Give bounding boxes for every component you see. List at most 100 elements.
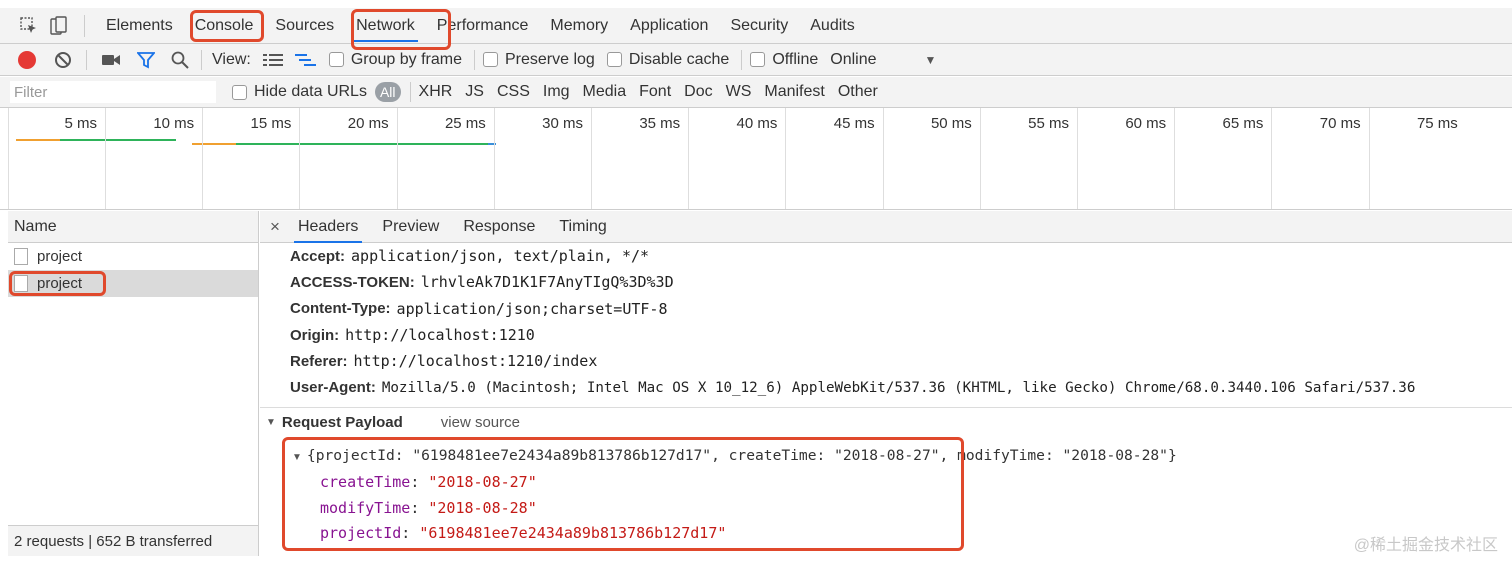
inspect-element-icon[interactable] [18, 15, 40, 37]
tab-elements[interactable]: Elements [95, 8, 184, 44]
hide-data-urls-checkbox[interactable]: Hide data URLs [232, 83, 367, 101]
tab-security[interactable]: Security [719, 8, 799, 44]
timeline-gridline [493, 108, 495, 209]
detail-tabbar: × Headers Preview Response Timing [260, 211, 1512, 243]
payload-summary: {projectId: "6198481ee7e2434a89b813786b1… [306, 447, 1177, 464]
large-rows-icon[interactable] [262, 53, 283, 67]
filter-input[interactable]: Filter [10, 81, 216, 103]
header-value: http://localhost:1210/index [353, 352, 598, 371]
filter-type-ws[interactable]: WS [726, 83, 752, 101]
checkbox-box[interactable] [606, 52, 622, 67]
devtools-tabbar: Elements Console Sources Network Perform… [0, 8, 1512, 44]
clear-icon[interactable] [54, 51, 72, 69]
expand-triangle-icon[interactable]: ▼ [292, 452, 302, 463]
throttling-select[interactable]: Online ▼ [830, 51, 936, 69]
tab-console[interactable]: Console [184, 8, 265, 44]
status-summary: 2 requests | 652 B transferred [8, 525, 258, 556]
collapse-triangle-icon[interactable]: ▼ [266, 417, 276, 428]
property-value: "2018-08-28" [428, 499, 537, 517]
tab-audits[interactable]: Audits [799, 8, 865, 44]
file-icon [14, 275, 28, 292]
timeline-tick-label: 30 ms [542, 115, 583, 132]
watermark: @稀土掘金技术社区 [1353, 537, 1498, 554]
filter-type-css[interactable]: CSS [497, 83, 530, 101]
checkbox-box[interactable] [328, 52, 344, 67]
timeline-tick-label: 55 ms [1028, 115, 1069, 132]
filter-type-font[interactable]: Font [639, 83, 671, 101]
preserve-log-label: Preserve log [505, 50, 595, 68]
timeline-tick-label: 45 ms [833, 115, 875, 132]
request-row[interactable]: project [8, 243, 258, 270]
hide-data-urls-label: Hide data URLs [254, 83, 367, 100]
checkbox-box[interactable] [232, 84, 247, 100]
tab-performance[interactable]: Performance [426, 8, 540, 44]
header-value: Mozilla/5.0 (Macintosh; Intel Mac OS X 1… [381, 379, 1416, 396]
filter-type-xhr[interactable]: XHR [419, 83, 453, 101]
tab-memory[interactable]: Memory [539, 8, 619, 44]
view-label: View: [212, 50, 251, 68]
group-by-frame-checkbox[interactable]: Group by frame [328, 51, 462, 69]
timeline-gridline [785, 108, 787, 209]
payload-property: projectId: "6198481ee7e2434a89b813786b12… [320, 524, 727, 542]
timeline-gridline [202, 108, 204, 209]
tab-application[interactable]: Application [619, 8, 719, 44]
tab-timing[interactable]: Timing [547, 211, 618, 243]
record-icon[interactable] [18, 50, 36, 69]
timeline-bar-receiving [236, 143, 494, 145]
filter-icon[interactable] [137, 51, 155, 69]
timeline-gridline [882, 108, 884, 209]
tab-preview[interactable]: Preview [370, 211, 451, 243]
network-overview-timeline[interactable]: 5 ms 10 ms 15 ms 20 ms 25 ms 30 ms 35 ms 40 ms 4… [0, 108, 1512, 210]
header-name: Referer: [290, 352, 348, 370]
throttling-value: Online [830, 50, 877, 68]
filter-type-img[interactable]: Img [543, 83, 570, 101]
filter-type-manifest[interactable]: Manifest [764, 83, 824, 101]
checkbox-box[interactable] [483, 52, 498, 67]
view-source-link[interactable]: view source [441, 414, 520, 431]
tab-response[interactable]: Response [451, 211, 547, 243]
close-icon[interactable]: × [270, 217, 280, 237]
timeline-tick-label: 5 ms [64, 115, 97, 132]
file-icon [14, 248, 28, 265]
header-value: application/json, text/plain, */* [351, 247, 650, 266]
request-headers-list: Accept: application/json, text/plain, */*… [260, 243, 1512, 401]
disable-cache-label: Disable cache [628, 50, 730, 68]
timeline-tick-label: 75 ms [1416, 115, 1458, 132]
requests-pane: Name project project 2 requests | 652 B … [8, 211, 259, 556]
header-name: Origin: [290, 326, 340, 344]
tab-network[interactable]: Network [345, 8, 426, 44]
request-row-selected[interactable]: project [8, 270, 258, 297]
header-row: ACCESS-TOKEN: lrhvleAk7D1K1F7AnyTIgQ%3D%3… [260, 269, 1512, 295]
timeline-gridline [1174, 108, 1176, 209]
timeline-gridline [1368, 108, 1370, 209]
header-row: User-Agent: Mozilla/5.0 (Macintosh; Intel… [260, 374, 1512, 400]
offline-checkbox[interactable]: Offline [750, 51, 818, 69]
search-icon[interactable] [171, 51, 189, 69]
preserve-log-checkbox[interactable]: Preserve log [483, 51, 595, 69]
filter-type-js[interactable]: JS [465, 83, 484, 101]
tab-headers[interactable]: Headers [286, 211, 370, 243]
timeline-gridline [591, 108, 592, 209]
header-value: lrhvleAk7D1K1F7AnyTIgQ%3D%3D [420, 273, 674, 292]
request-payload-section-header[interactable]: ▼ Request Payload view source [260, 407, 1512, 437]
waterfall-overview-icon[interactable] [294, 53, 317, 67]
timeline-tick-label: 65 ms [1222, 115, 1264, 132]
filter-type-all[interactable]: All [374, 82, 401, 102]
filter-type-doc[interactable]: Doc [684, 83, 712, 101]
payload-summary-row[interactable]: ▼ {projectId: "6198481ee7e2434a89b813786b… [292, 447, 1292, 464]
disable-cache-checkbox[interactable]: Disable cache [606, 50, 730, 69]
timeline-gridline [396, 108, 398, 209]
tab-sources[interactable]: Sources [264, 8, 345, 44]
filter-type-other[interactable]: Other [838, 83, 878, 101]
timeline-gridline [688, 108, 690, 209]
checkbox-box[interactable] [750, 52, 766, 67]
timeline-gridline [105, 108, 106, 209]
header-name: Accept: [290, 247, 346, 265]
screenshot-camera-icon[interactable] [101, 53, 121, 67]
property-key: projectId [320, 524, 402, 542]
name-column-header[interactable]: Name [8, 211, 258, 243]
filter-type-media[interactable]: Media [583, 83, 627, 101]
timeline-bar-waiting [192, 143, 236, 145]
device-toolbar-icon[interactable] [48, 15, 70, 37]
toolbar-separator [741, 49, 743, 70]
